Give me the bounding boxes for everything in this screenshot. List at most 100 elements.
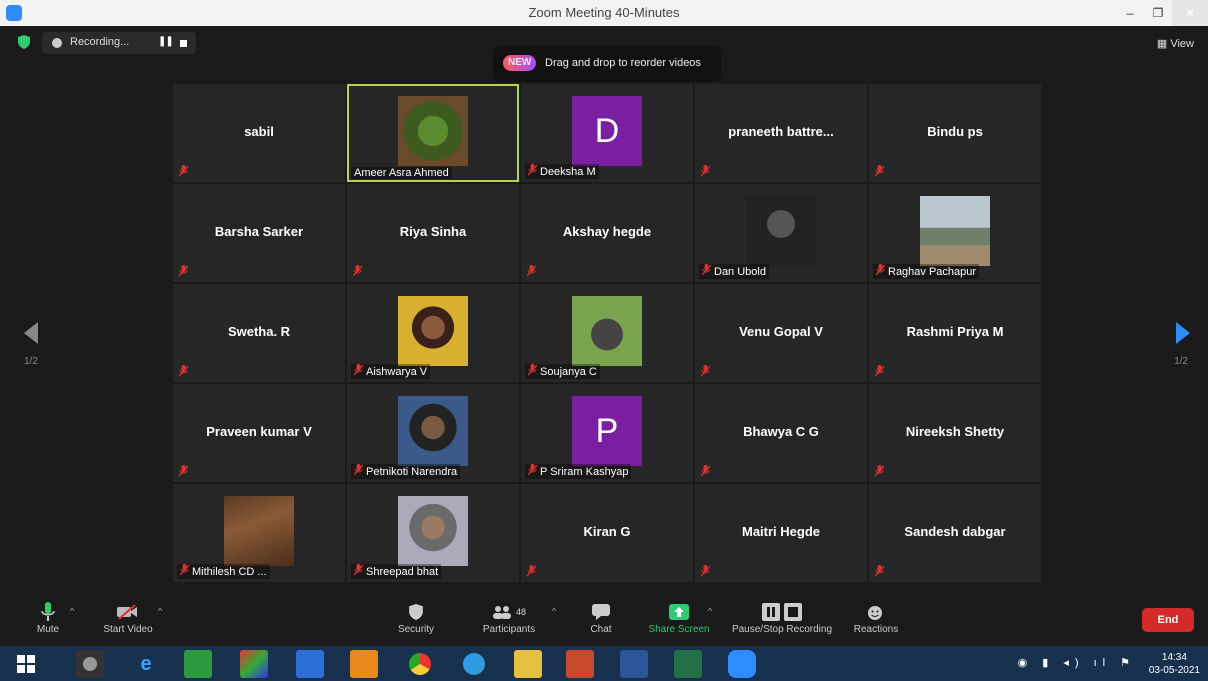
participants-button[interactable]: 48 Participants <box>478 600 540 635</box>
edge-icon[interactable] <box>460 650 488 678</box>
participant-tile[interactable]: Kiran G <box>521 484 693 582</box>
participants-options-caret[interactable]: ^ <box>552 606 556 616</box>
mic-muted-icon <box>526 264 537 277</box>
participant-tile[interactable]: PP Sriram Kashyap <box>521 384 693 482</box>
participant-name: Riya Sinha <box>399 224 467 239</box>
page-indicator-right: 1/2 <box>1174 356 1188 367</box>
powerpoint-icon[interactable] <box>566 650 594 678</box>
security-button[interactable]: Security <box>392 600 440 635</box>
share-options-caret[interactable]: ^ <box>708 606 712 616</box>
participant-tile[interactable]: sabil <box>173 84 345 182</box>
end-meeting-button[interactable]: End <box>1142 608 1194 632</box>
outlook-icon[interactable] <box>350 650 378 678</box>
participant-name: Venu Gopal V <box>739 324 823 339</box>
start-video-button[interactable]: Start Video <box>98 600 158 635</box>
chrome-icon[interactable] <box>406 650 434 678</box>
participant-tile[interactable]: Petnikoti Narendra <box>347 384 519 482</box>
pause-recording-icon[interactable]: ❚❚ <box>158 36 174 47</box>
participant-tile[interactable]: Akshay hegde <box>521 184 693 282</box>
mic-muted-icon <box>700 164 711 177</box>
mic-muted-icon <box>527 164 538 179</box>
participant-tile[interactable]: Maitri Hegde <box>695 484 867 582</box>
participant-name: Praveen kumar V <box>206 424 312 439</box>
participant-tile[interactable]: Swetha. R <box>173 284 345 382</box>
webcam-app-icon[interactable] <box>76 650 104 678</box>
participant-tile[interactable]: D Deeksha M <box>521 84 693 182</box>
participant-tile[interactable]: Bindu ps <box>869 84 1041 182</box>
start-video-label: Start Video <box>103 624 153 635</box>
participant-tile[interactable]: Aishwarya V <box>347 284 519 382</box>
mic-muted-icon <box>178 264 189 277</box>
participant-tile[interactable]: Riya Sinha <box>347 184 519 282</box>
notepad-icon[interactable] <box>296 650 324 678</box>
maximize-button[interactable]: ❐ <box>1144 0 1172 26</box>
participant-name: sabil <box>244 124 274 139</box>
stop-recording-icon[interactable] <box>180 40 187 47</box>
pause-stop-recording-button[interactable]: Pause/Stop Recording <box>728 600 836 635</box>
shield-icon[interactable] <box>18 35 30 49</box>
minimize-button[interactable]: – <box>1116 0 1144 26</box>
participant-tile[interactable]: Barsha Sarker <box>173 184 345 282</box>
participant-label: Mithilesh CD ... <box>177 564 270 579</box>
participant-name: Bindu ps <box>927 124 983 139</box>
participant-avatar: P <box>572 396 642 466</box>
mic-muted-icon <box>875 264 886 279</box>
taskbar-clock[interactable]: 14:34 03-05-2021 <box>1149 651 1200 677</box>
close-button[interactable]: ✕ <box>1172 0 1208 26</box>
participant-tile[interactable]: Praveen kumar V <box>173 384 345 482</box>
share-screen-button[interactable]: Share Screen <box>646 600 712 635</box>
recording-label: Recording... <box>70 36 130 48</box>
chat-button[interactable]: Chat <box>584 600 618 635</box>
word-icon[interactable] <box>620 650 648 678</box>
participant-label: Ameer Asra Ahmed <box>351 167 452 179</box>
participant-label: P Sriram Kashyap <box>525 464 632 479</box>
mic-muted-icon <box>700 464 711 477</box>
participant-tile[interactable]: Raghav Pachapur <box>869 184 1041 282</box>
mute-button[interactable]: Mute <box>28 600 68 635</box>
window-titlebar: Zoom Meeting 40-Minutes – ❐ ✕ <box>0 0 1208 26</box>
excel-icon[interactable] <box>674 650 702 678</box>
system-tray[interactable]: ◉ ▮ ◂) ıl ⚑ <box>1018 656 1136 669</box>
zoom-taskbar-icon[interactable] <box>728 650 756 678</box>
photos-icon[interactable] <box>240 650 268 678</box>
participant-tile[interactable]: Rashmi Priya M <box>869 284 1041 382</box>
internet-explorer-icon[interactable]: e <box>132 650 160 678</box>
participant-tile[interactable]: Ameer Asra Ahmed <box>347 84 519 182</box>
participant-label: Deeksha M <box>525 164 599 179</box>
participant-tile[interactable]: Sandesh dabgar <box>869 484 1041 582</box>
participant-tile[interactable]: praneeth battre... <box>695 84 867 182</box>
previous-page-icon[interactable] <box>24 322 38 344</box>
next-page-icon[interactable] <box>1176 322 1190 344</box>
file-explorer-icon[interactable] <box>514 650 542 678</box>
mic-muted-icon <box>874 464 885 477</box>
mic-muted-icon <box>527 464 538 479</box>
participant-tile[interactable]: Nireeksh Shetty <box>869 384 1041 482</box>
store-icon[interactable] <box>184 650 212 678</box>
video-options-caret[interactable]: ^ <box>158 606 162 616</box>
mic-muted-icon <box>178 364 189 377</box>
mic-muted-icon <box>178 464 189 477</box>
participants-label: Participants <box>482 624 536 635</box>
participants-count: 48 <box>515 607 526 617</box>
windows-start-icon[interactable] <box>12 650 40 678</box>
participant-tile[interactable]: Bhawya C G <box>695 384 867 482</box>
mic-muted-icon <box>527 364 538 379</box>
participant-photo <box>398 396 468 466</box>
reactions-button[interactable]: Reactions <box>850 600 902 635</box>
mic-muted-icon <box>178 164 189 177</box>
participant-tile[interactable]: Mithilesh CD ... <box>173 484 345 582</box>
mic-muted-icon <box>526 564 537 577</box>
participant-name: Ameer Asra Ahmed <box>354 167 449 179</box>
audio-options-caret[interactable]: ^ <box>70 606 74 616</box>
participant-label: Shreepad bhat <box>351 564 442 579</box>
participant-photo <box>398 496 468 566</box>
meeting-toolbar: Mute ^ Start Video ^ Security 48 Partici… <box>0 596 1208 646</box>
participant-name: Sandesh dabgar <box>904 524 1006 539</box>
windows-taskbar: e ◉ ▮ ◂) ıl ⚑ 14:34 03-05-2021 <box>0 646 1208 681</box>
participant-tile[interactable]: Soujanya C <box>521 284 693 382</box>
security-label: Security <box>397 624 435 635</box>
view-button[interactable]: ▦ View <box>1157 37 1194 50</box>
participant-tile[interactable]: Dan Ubold <box>695 184 867 282</box>
participant-tile[interactable]: Venu Gopal V <box>695 284 867 382</box>
participant-tile[interactable]: Shreepad bhat <box>347 484 519 582</box>
